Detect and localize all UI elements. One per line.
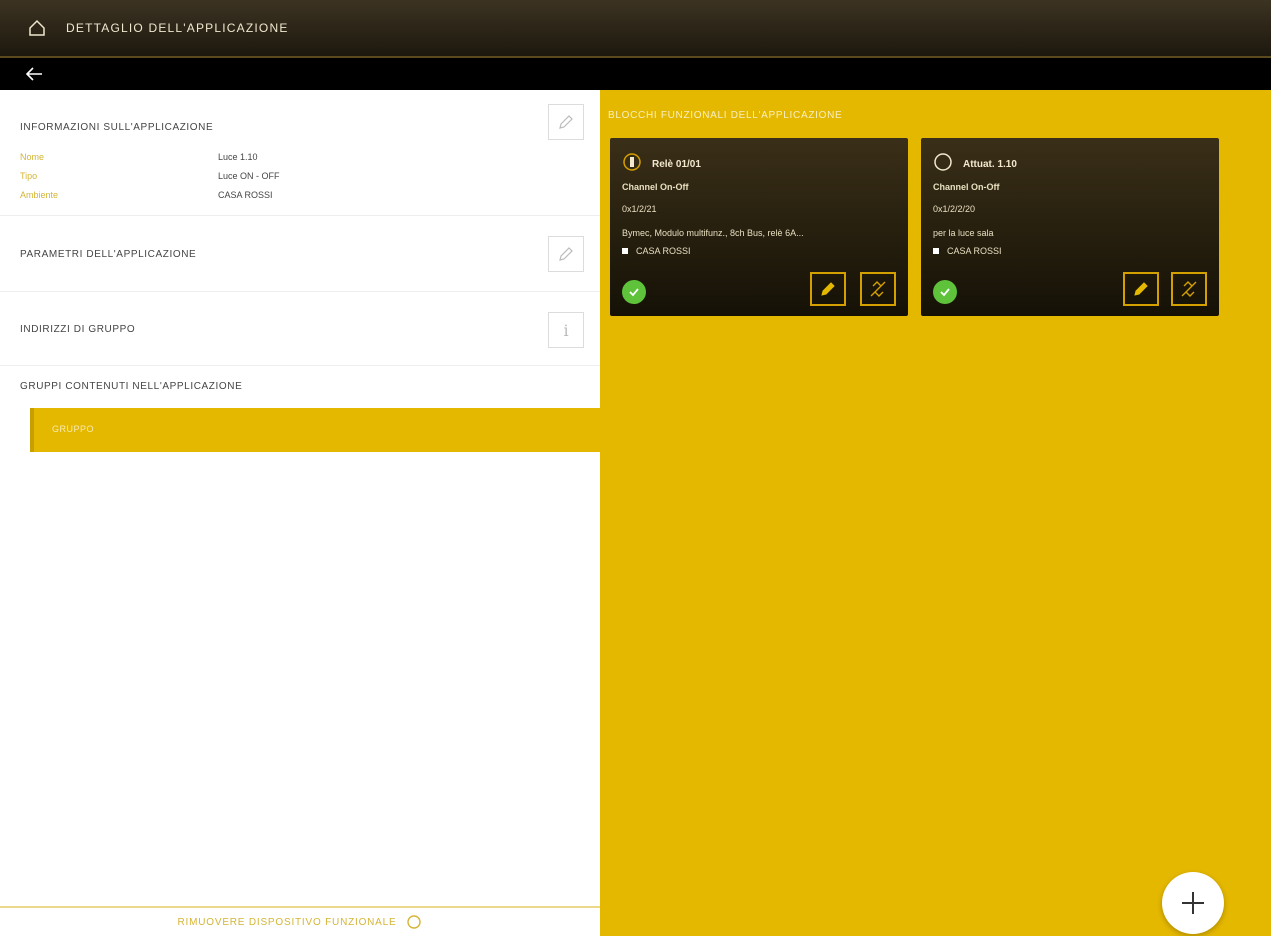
card-code: 0x1/2/2/20 xyxy=(933,204,976,214)
functional-blocks-title: BLOCCHI FUNZIONALI DELL'APPLICAZIONE xyxy=(608,110,843,121)
page-title: DETTAGLIO DELL'APPLICAZIONE xyxy=(66,21,289,35)
title-bar: DETTAGLIO DELL'APPLICAZIONE xyxy=(0,0,1271,58)
pencil-icon xyxy=(821,282,835,296)
info-icon: i xyxy=(563,320,569,340)
info-section-title: INFORMAZIONI SULL'APPLICAZIONE xyxy=(20,122,214,133)
right-panel: BLOCCHI FUNZIONALI DELL'APPLICAZIONE Rel… xyxy=(600,90,1271,936)
actuator-icon xyxy=(933,152,953,177)
home-icon[interactable] xyxy=(26,17,48,39)
card-location: CASA ROSSI xyxy=(622,246,691,256)
info-button[interactable]: i xyxy=(548,312,584,348)
back-arrow-icon[interactable] xyxy=(22,63,46,85)
pencil-icon xyxy=(559,115,573,129)
group-list-item[interactable]: GRUPPO xyxy=(30,408,600,452)
refresh-icon xyxy=(406,914,422,930)
group-address-section-title: INDIRIZZI DI GRUPPO xyxy=(20,324,136,335)
params-section-title: PARAMETRI DELL'APPLICAZIONE xyxy=(20,249,197,260)
location-icon xyxy=(933,248,939,254)
unlink-block-button[interactable] xyxy=(860,272,896,306)
info-key: Nome xyxy=(20,152,45,162)
info-value: CASA ROSSI xyxy=(218,190,273,200)
card-channel: Channel On-Off xyxy=(622,182,689,192)
card-name: Relè 01/01 xyxy=(652,159,701,170)
edit-block-button[interactable] xyxy=(1123,272,1159,306)
info-key: Ambiente xyxy=(20,190,59,200)
relay-icon xyxy=(622,152,642,177)
status-ok-icon xyxy=(622,280,646,304)
info-value: Luce 1.10 xyxy=(218,152,258,162)
info-key: Tipo xyxy=(20,171,38,181)
pencil-icon xyxy=(1134,282,1148,296)
card-channel: Channel On-Off xyxy=(933,182,1000,192)
card-location: CASA ROSSI xyxy=(933,246,1002,256)
nav-bar xyxy=(0,58,1271,90)
plus-icon xyxy=(1182,892,1204,914)
unlink-block-button[interactable] xyxy=(1171,272,1207,306)
card-location-label: CASA ROSSI xyxy=(636,246,691,256)
card-code: 0x1/2/21 xyxy=(622,204,657,214)
edit-info-button[interactable] xyxy=(548,104,584,140)
left-panel: INFORMAZIONI SULL'APPLICAZIONE Nome Luce… xyxy=(0,90,600,936)
groups-section-title: GRUPPI CONTENUTI NELL'APPLICAZIONE xyxy=(20,381,243,392)
location-icon xyxy=(622,248,628,254)
remove-functional-device-button[interactable]: RIMUOVERE DISPOSITIVO FUNZIONALE xyxy=(0,906,600,936)
pencil-icon xyxy=(559,247,573,261)
functional-block-card[interactable]: Relè 01/01 Channel On-Off 0x1/2/21 Bymec… xyxy=(610,138,908,316)
info-value: Luce ON - OFF xyxy=(218,171,280,181)
card-header: Relè 01/01 xyxy=(622,152,701,177)
edit-params-button[interactable] xyxy=(548,236,584,272)
info-section: INFORMAZIONI SULL'APPLICAZIONE Nome Luce… xyxy=(0,90,600,216)
card-description: per la luce sala xyxy=(933,228,994,238)
unlink-icon xyxy=(1181,281,1197,297)
params-section: PARAMETRI DELL'APPLICAZIONE xyxy=(0,216,600,292)
add-block-button[interactable] xyxy=(1162,872,1224,934)
group-label: GRUPPO xyxy=(52,424,95,434)
card-name: Attuat. 1.10 xyxy=(963,159,1017,170)
unlink-icon xyxy=(870,281,886,297)
card-description: Bymec, Modulo multifunz., 8ch Bus, relè … xyxy=(622,228,804,238)
card-header: Attuat. 1.10 xyxy=(933,152,1017,177)
group-address-section: INDIRIZZI DI GRUPPO i xyxy=(0,292,600,366)
footer-label: RIMUOVERE DISPOSITIVO FUNZIONALE xyxy=(177,916,397,928)
edit-block-button[interactable] xyxy=(810,272,846,306)
status-ok-icon xyxy=(933,280,957,304)
functional-block-card[interactable]: Attuat. 1.10 Channel On-Off 0x1/2/2/20 p… xyxy=(921,138,1219,316)
card-location-label: CASA ROSSI xyxy=(947,246,1002,256)
